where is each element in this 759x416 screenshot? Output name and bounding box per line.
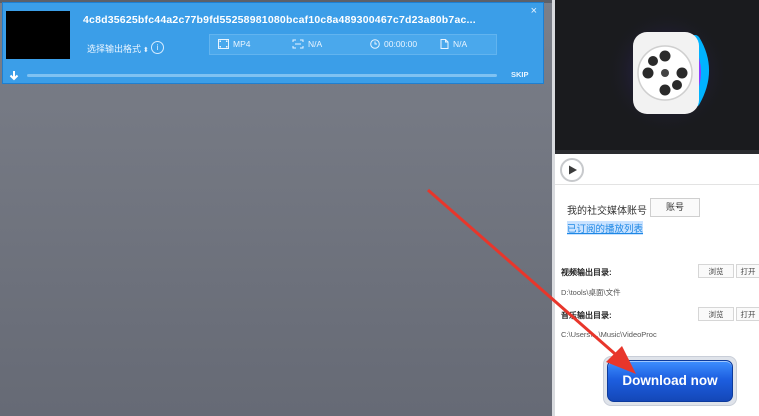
file-icon [440, 39, 449, 49]
video-browse-button[interactable]: 浏览 [698, 264, 734, 278]
clock-icon [370, 39, 380, 49]
resolution-icon [292, 39, 304, 49]
download-now-button[interactable]: Download now [607, 360, 733, 402]
media-info-bar: MP4 N/A 00:00:00 N/A [209, 34, 497, 55]
format-info: MP4 [218, 39, 250, 49]
download-arrow-icon[interactable] [8, 69, 20, 81]
info-icon[interactable]: i [151, 41, 164, 54]
social-media-label: 我的社交媒体账号 [567, 206, 647, 217]
task-action-row: SKIP [3, 67, 543, 83]
duration-info: 00:00:00 [370, 39, 417, 49]
music-open-button[interactable]: 打开 [736, 307, 759, 321]
download-progress-bar [27, 74, 497, 77]
account-button[interactable]: 账号 [650, 198, 700, 217]
film-icon [218, 39, 229, 49]
video-thumbnail [6, 11, 70, 59]
video-output-label: 视频输出目录: [561, 268, 612, 277]
product-promo-banner [555, 0, 759, 150]
promo-bottom-bar [555, 150, 759, 154]
play-icon [569, 165, 577, 175]
video-output-path: D:\tools\桌面\文件 [561, 288, 621, 297]
size-value: N/A [453, 39, 468, 49]
settings-sidebar: 我的社交媒体账号 账号 已订阅的播放列表 视频输出目录: 浏览 打开 D:\to… [555, 0, 759, 416]
section-separator [555, 184, 759, 185]
output-format-label: 选择输出格式 [87, 44, 142, 54]
format-value: MP4 [233, 39, 251, 49]
resolution-value: N/A [308, 39, 323, 49]
skip-button[interactable]: SKIP [511, 70, 529, 79]
duration-value: 00:00:00 [384, 39, 418, 49]
download-button-frame: Download now [603, 356, 737, 406]
videoproc-logo [605, 10, 729, 134]
download-task-card[interactable]: 4c8d35625bfc44a2c77b9fd55258981080bcaf10… [2, 2, 544, 84]
size-info: N/A [440, 39, 467, 49]
play-button[interactable] [560, 158, 584, 182]
music-output-path: C:\Users\...\Music\VideoProc [561, 330, 657, 339]
close-icon[interactable]: × [531, 5, 537, 17]
video-open-button[interactable]: 打开 [736, 264, 759, 278]
resolution-info: N/A [292, 39, 322, 49]
music-browse-button[interactable]: 浏览 [698, 307, 734, 321]
chevron-down-icon: ⬍ [143, 47, 149, 54]
download-queue-pane: 4c8d35625bfc44a2c77b9fd55258981080bcaf10… [0, 0, 552, 416]
task-filename: 4c8d35625bfc44a2c77b9fd55258981080bcaf10… [83, 14, 476, 26]
music-output-label: 音乐输出目录: [561, 311, 612, 320]
output-format-select[interactable]: 选择输出格式 ⬍ [87, 42, 149, 55]
subscribed-playlist-link[interactable]: 已订阅的播放列表 [567, 221, 644, 235]
